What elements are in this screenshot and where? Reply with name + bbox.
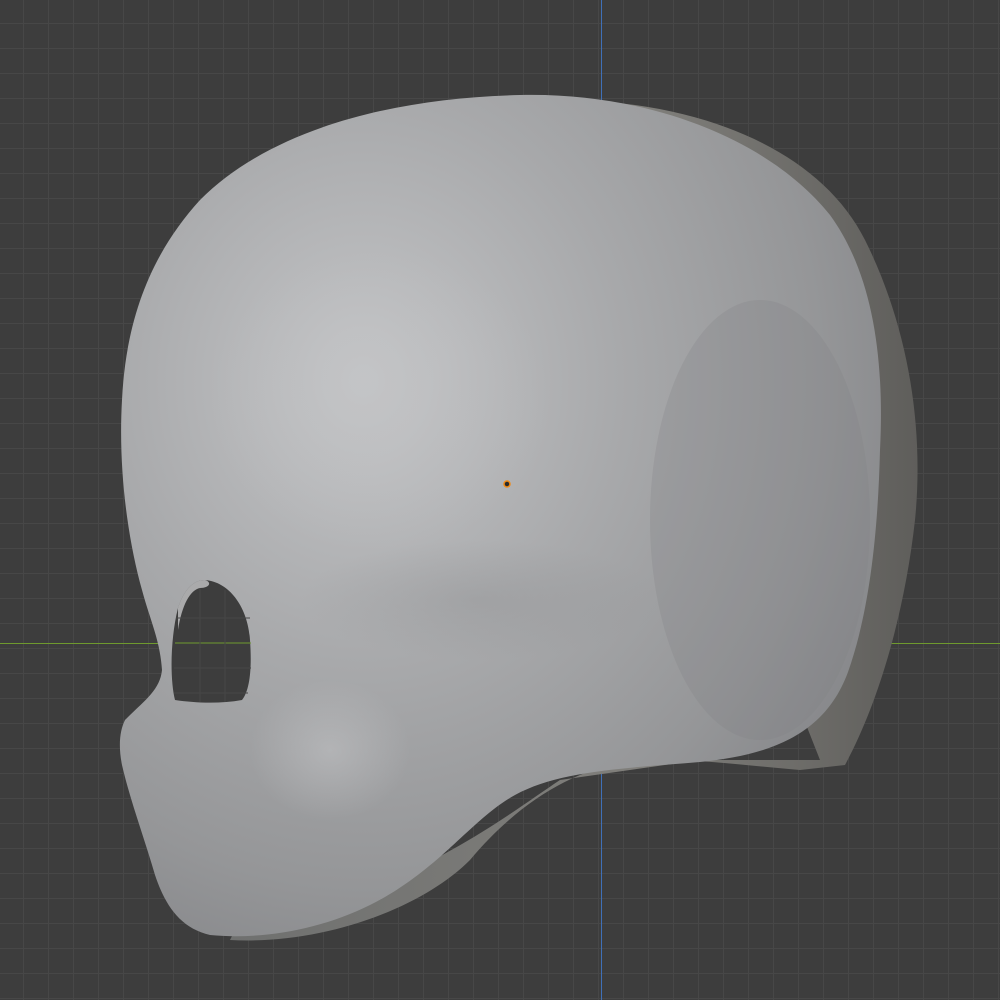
brow-shadow xyxy=(300,540,660,660)
forehead-highlight xyxy=(210,250,550,550)
temple-shadow xyxy=(650,300,870,740)
3d-viewport[interactable] xyxy=(0,0,1000,1000)
object-origin-marker xyxy=(503,480,511,488)
cheek-highlight xyxy=(250,680,410,820)
head-mesh[interactable] xyxy=(0,0,1000,1000)
